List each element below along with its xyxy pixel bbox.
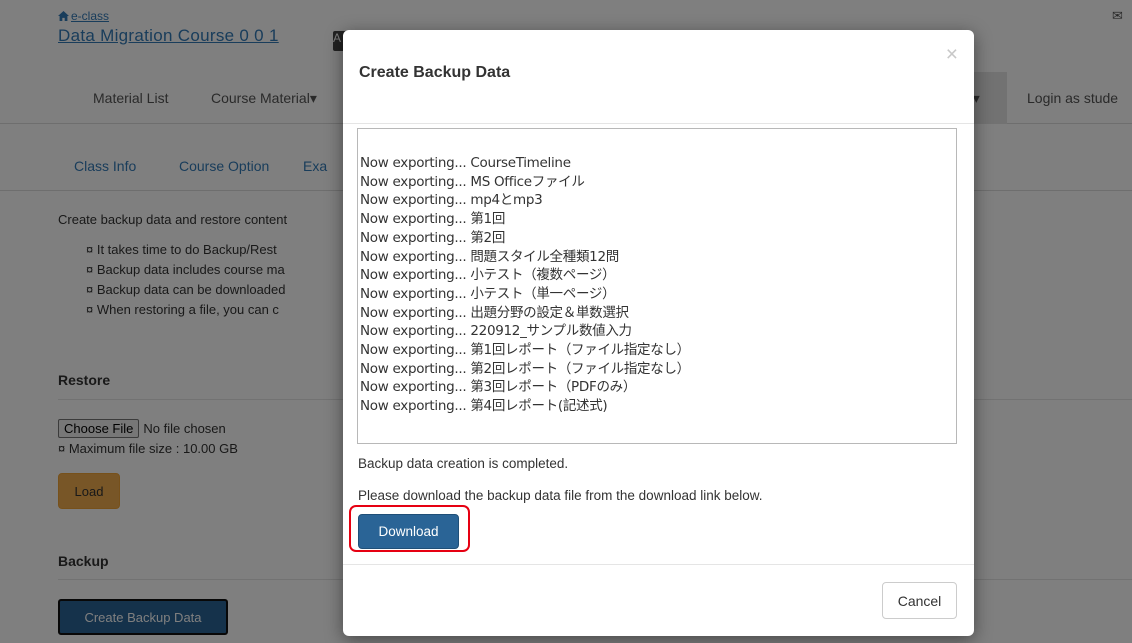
backup-modal: Create Backup Data × Now exporting... Co…: [343, 30, 974, 636]
log-line: Now exporting... 問題スタイル全種類12問: [360, 248, 619, 265]
log-line: Now exporting... CourseTimeline: [360, 155, 571, 171]
download-instruction: Please download the backup data file fro…: [358, 488, 763, 503]
download-button[interactable]: Download: [358, 514, 459, 549]
modal-header: Create Backup Data ×: [343, 30, 974, 124]
export-log[interactable]: Now exporting... CourseTimeline Now expo…: [357, 128, 957, 444]
log-line: Now exporting... 小テスト（複数ページ）: [360, 267, 616, 284]
log-line: Now exporting... 第1回レポート（ファイル指定なし）: [360, 342, 690, 359]
log-line: Now exporting... 220912_サンプル数値入力: [360, 323, 632, 340]
log-line: Now exporting... 第3回レポート（PDFのみ）: [360, 379, 637, 396]
log-line: Now exporting... mp4とmp3: [360, 192, 543, 209]
modal-footer-divider: [343, 564, 974, 565]
log-line: Now exporting... 出題分野の設定＆単数選択: [360, 304, 629, 321]
modal-title: Create Backup Data: [359, 64, 511, 81]
log-line: Now exporting... 小テスト（単一ページ）: [360, 285, 616, 302]
cancel-button[interactable]: Cancel: [882, 582, 957, 619]
completion-message: Backup data creation is completed.: [358, 456, 569, 471]
log-line: Now exporting... 第2回: [360, 229, 506, 246]
close-icon[interactable]: ×: [946, 44, 958, 65]
log-line: Now exporting... 第4回レポート(記述式): [360, 398, 608, 415]
log-line: Now exporting... 第1回: [360, 211, 506, 228]
log-line: Now exporting... 第2回レポート（ファイル指定なし）: [360, 360, 690, 377]
log-line: Now exporting... MS Officeファイル: [360, 173, 585, 190]
